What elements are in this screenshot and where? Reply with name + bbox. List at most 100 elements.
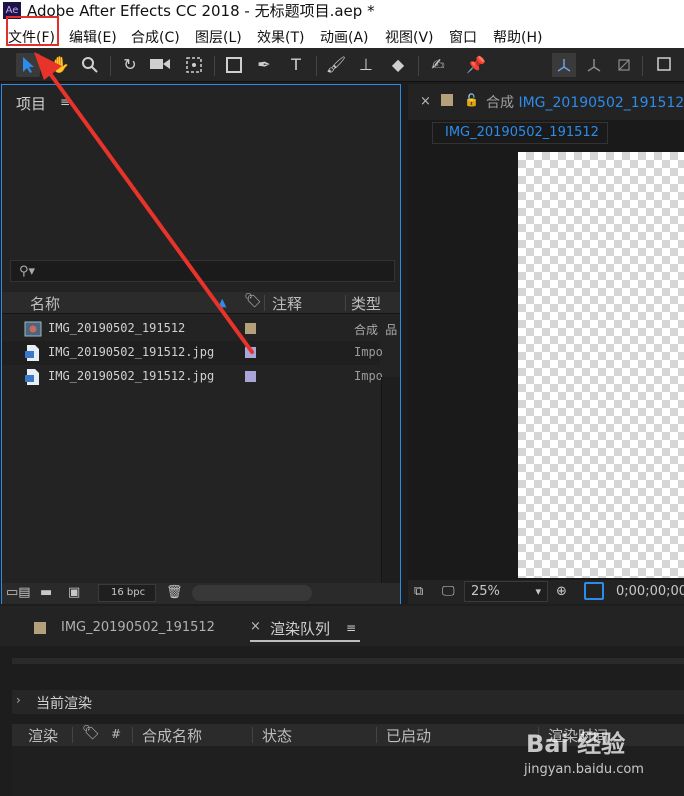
always-preview-icon[interactable]: ⧉ [414, 584, 423, 599]
sort-ascending-icon[interactable]: ▲ [218, 296, 226, 309]
brush-tool-icon[interactable]: 🖌 [324, 53, 348, 77]
trash-icon[interactable]: 🗑 [166, 585, 183, 600]
image-file-icon [25, 345, 39, 361]
composition-bottom-bar: ⧉ 🖵 25% ▾ ⊕ 0;00;00;00 [408, 580, 684, 604]
menu-help[interactable]: 帮助(H) [493, 27, 542, 47]
comp-label-swatch [441, 94, 453, 106]
window-title: Adobe After Effects CC 2018 - 无标题项目.aep … [27, 2, 375, 20]
project-search-input[interactable]: ⚲▾ [10, 260, 395, 282]
label-color-swatch[interactable] [245, 323, 256, 334]
menu-composition[interactable]: 合成(C) [131, 27, 180, 47]
project-bottom-bar: ▭▤ ▬ ▣ 16 bpc 🗑 [2, 583, 400, 604]
zoom-select[interactable]: 25% ▾ [464, 581, 548, 602]
type-tool-icon[interactable]: T [284, 53, 308, 77]
column-comment-header[interactable]: 注释 [272, 293, 302, 314]
menu-bar: 文件(F) 编辑(E) 合成(C) 图层(L) 效果(T) 动画(A) 视图(V… [0, 22, 684, 48]
project-scrollbar[interactable] [381, 377, 400, 585]
watermark-logo: Bai 经验 [526, 730, 626, 758]
puppet-pin-tool-icon[interactable]: 📌 [464, 53, 488, 77]
baidu-jingyan-watermark: Bai 经验 jingyan.baidu.com [520, 720, 684, 796]
label-tag-icon[interactable]: 🏷 [82, 725, 100, 741]
panel-menu-icon[interactable]: ≡ [346, 622, 356, 634]
file-type: Impo [354, 369, 383, 383]
column-name-header[interactable]: 名称 [30, 293, 60, 314]
render-progress-bar [12, 658, 684, 664]
current-render-section[interactable]: › 当前渲染 [12, 690, 684, 714]
composition-tab[interactable]: 合成 IMG_20190502_191512 [486, 92, 684, 112]
title-bar: Ae Adobe After Effects CC 2018 - 无标题项目.a… [0, 0, 684, 22]
column-comp-name-header[interactable]: 合成名称 [142, 725, 202, 746]
rectangle-tool-icon[interactable] [222, 53, 246, 77]
project-panel: 项目 ≡ ⚲▾ 名称 ▲ 🏷 注释 类型 IMG_20190502_191512… [1, 84, 401, 604]
grid-guide-icon[interactable]: ⊕ [556, 584, 567, 599]
chevron-right-icon[interactable]: › [16, 693, 21, 707]
composition-breadcrumb[interactable]: IMG_20190502_191512 [432, 122, 608, 144]
composition-icon [24, 321, 42, 337]
tools-toolbar: ✋ ↻ ✒ T 🖌 ⊥ ◆ ✍ 📌 [0, 48, 684, 82]
camera-tool-icon[interactable] [148, 53, 172, 77]
eraser-tool-icon[interactable]: ◆ [386, 53, 410, 77]
file-name: IMG_20190502_191512.jpg [48, 345, 215, 359]
color-depth-button[interactable]: 16 bpc [98, 584, 156, 602]
menu-window[interactable]: 窗口 [449, 27, 477, 47]
file-menu-highlight-box [6, 16, 59, 46]
column-render-header[interactable]: 渲染 [28, 725, 58, 746]
project-row-footage[interactable]: IMG_20190502_191512.jpg Impo [2, 341, 383, 365]
local-axis-icon[interactable] [552, 53, 576, 77]
current-timecode[interactable]: 0;00;00;00 [616, 584, 684, 599]
clone-stamp-tool-icon[interactable]: ⊥ [354, 53, 378, 77]
menu-effect[interactable]: 效果(T) [257, 27, 304, 47]
file-type: 合成 品 [354, 323, 398, 337]
project-panel-title[interactable]: 项目 [16, 93, 46, 114]
menu-edit[interactable]: 编辑(E) [69, 27, 117, 47]
close-icon[interactable]: × [250, 619, 261, 634]
close-icon[interactable]: × [420, 94, 431, 109]
menu-animation[interactable]: 动画(A) [320, 27, 369, 47]
search-icon: ⚲▾ [19, 264, 36, 279]
current-render-label: 当前渲染 [36, 696, 92, 712]
roto-brush-tool-icon[interactable]: ✍ [426, 53, 450, 77]
panel-menu-icon[interactable]: ≡ [60, 96, 70, 108]
pen-tool-icon[interactable]: ✒ [252, 53, 276, 77]
project-row-footage[interactable]: IMG_20190502_191512.jpg Impo [2, 365, 383, 389]
zoom-tool-icon[interactable] [78, 53, 102, 77]
file-type: Impo [354, 345, 383, 359]
render-queue-tab[interactable]: 渲染队列 [270, 618, 330, 639]
label-color-swatch[interactable] [245, 371, 256, 382]
timeline-tab[interactable]: IMG_20190502_191512 [61, 620, 215, 635]
rotate-tool-icon[interactable]: ↻ [118, 53, 142, 77]
file-name: IMG_20190502_191512 [48, 321, 186, 335]
view-axis-icon[interactable] [612, 53, 636, 77]
composition-viewer-transparency-grid[interactable] [518, 152, 684, 578]
active-tab-underline [250, 640, 360, 642]
new-composition-icon[interactable]: ▣ [68, 585, 80, 600]
image-file-icon [25, 369, 39, 385]
selection-tool-icon[interactable] [16, 53, 40, 77]
column-started-header[interactable]: 已启动 [386, 725, 431, 746]
composition-tab-bar: × 🔓 合成 IMG_20190502_191512 [408, 84, 684, 120]
lock-icon[interactable]: 🔓 [464, 93, 479, 107]
watermark-url: jingyan.baidu.com [524, 762, 644, 777]
column-type-header[interactable]: 类型 [351, 293, 381, 314]
menu-view[interactable]: 视图(V) [385, 27, 434, 47]
region-of-interest-icon[interactable] [584, 582, 604, 600]
composition-panel: × 🔓 合成 IMG_20190502_191512 IMG_20190502_… [408, 84, 684, 604]
monitor-icon[interactable]: 🖵 [442, 584, 455, 599]
column-status-header[interactable]: 状态 [262, 725, 292, 746]
pan-behind-tool-icon[interactable] [182, 53, 206, 77]
menu-layer[interactable]: 图层(L) [195, 27, 242, 47]
snapping-checkbox-icon[interactable] [652, 53, 676, 77]
column-number-header[interactable]: # [111, 727, 121, 741]
hand-tool-icon[interactable]: ✋ [48, 53, 72, 77]
world-axis-icon[interactable] [582, 53, 606, 77]
project-row-comp[interactable]: IMG_20190502_191512 合成 品 [2, 317, 397, 341]
comp-label-swatch [34, 622, 46, 634]
label-tag-icon[interactable]: 🏷 [244, 293, 262, 309]
project-horizontal-scrollbar[interactable] [192, 585, 312, 601]
project-column-header: 名称 ▲ 🏷 注释 类型 [2, 292, 400, 314]
flowchart-icon[interactable]: 品 [385, 323, 397, 337]
new-folder-icon[interactable]: ▬ [40, 585, 52, 600]
interpret-footage-icon[interactable]: ▭▤ [6, 585, 31, 600]
label-color-swatch[interactable] [245, 347, 256, 358]
chevron-down-icon: ▾ [535, 585, 541, 598]
